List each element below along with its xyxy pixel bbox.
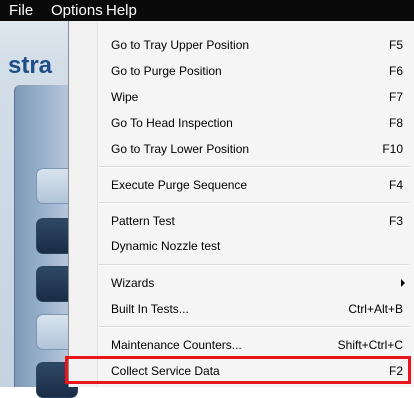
menu-item-label: Go To Head Inspection <box>111 116 233 130</box>
menu-help[interactable]: Help <box>106 2 137 19</box>
submenu-arrow-icon <box>401 279 405 287</box>
menu-item-maintenance-counters[interactable]: Maintenance Counters... Shift+Ctrl+C <box>69 332 414 358</box>
menu-item-built-in-tests[interactable]: Built In Tests... Ctrl+Alt+B <box>69 296 414 322</box>
menu-item-wizards[interactable]: Wizards <box>69 270 414 296</box>
menu-item-label: Maintenance Counters... <box>111 338 242 352</box>
menu-item-shortcut: F10 <box>382 142 403 156</box>
menu-separator <box>99 202 409 204</box>
menu-item-label: Go to Purge Position <box>111 64 222 78</box>
menu-bar: File Options Help <box>0 0 414 21</box>
menu-item-label: Go to Tray Upper Position <box>111 38 250 52</box>
menu-item-label: Execute Purge Sequence <box>111 178 248 192</box>
menu-options[interactable]: Options <box>51 2 103 19</box>
menu-item-execute-purge-sequence[interactable]: Execute Purge Sequence F4 <box>69 172 414 198</box>
menu-item-go-to-head-inspection[interactable]: Go To Head Inspection F8 <box>69 110 414 136</box>
menu-item-shortcut: F8 <box>388 116 403 130</box>
menu-item-shortcut: Shift+Ctrl+C <box>337 338 403 352</box>
menu-item-shortcut: Ctrl+Alt+B <box>348 302 403 316</box>
menu-file[interactable]: File <box>9 2 33 19</box>
menu-item-label: Wipe <box>111 90 139 104</box>
menu-item-shortcut: F3 <box>388 214 403 228</box>
menu-item-dynamic-nozzle-test[interactable]: Dynamic Nozzle test <box>69 233 414 259</box>
menu-item-go-to-tray-lower-position[interactable]: Go to Tray Lower Position F10 <box>69 136 414 162</box>
menu-item-label: Dynamic Nozzle test <box>111 239 221 253</box>
menu-item-shortcut: F5 <box>388 38 403 52</box>
menu-separator <box>99 326 409 328</box>
menu-item-label: Go to Tray Lower Position <box>111 142 250 156</box>
menu-item-go-to-purge-position[interactable]: Go to Purge Position F6 <box>69 58 414 84</box>
menu-item-label: Wizards <box>111 276 155 290</box>
options-dropdown-menu: Go to Tray Upper Position F5 Go to Purge… <box>68 21 414 387</box>
menu-item-label: Pattern Test <box>111 214 175 228</box>
annotation-highlight-box <box>65 356 411 384</box>
menu-item-shortcut: F4 <box>388 178 403 192</box>
menu-item-shortcut: F7 <box>388 90 403 104</box>
menu-item-shortcut: F6 <box>388 64 403 78</box>
menu-item-go-to-tray-upper-position[interactable]: Go to Tray Upper Position F5 <box>69 32 414 58</box>
menu-item-label: Built In Tests... <box>111 302 189 316</box>
menu-item-wipe[interactable]: Wipe F7 <box>69 84 414 110</box>
menu-separator <box>99 264 409 266</box>
brand-logo-text: stra <box>8 52 53 79</box>
menu-separator <box>99 166 409 168</box>
menu-item-pattern-test[interactable]: Pattern Test F3 <box>69 208 414 234</box>
